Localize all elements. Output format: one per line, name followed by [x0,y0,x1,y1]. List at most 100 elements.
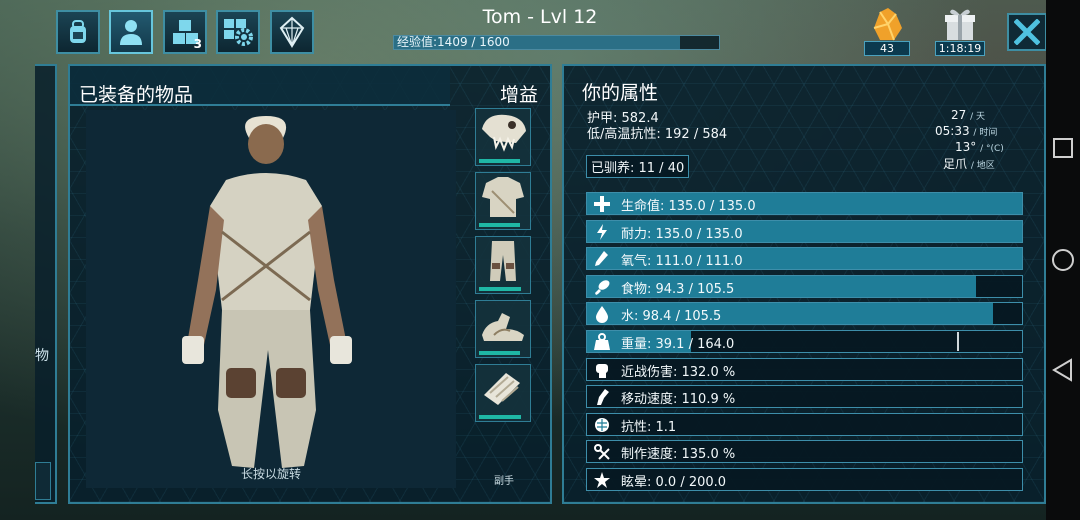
stat-row[interactable]: 生命值: 135.0 / 135.0 [586,192,1023,215]
element-button[interactable]: 43 [864,6,910,56]
temperature-value: 13° [955,140,977,154]
temperature-resistance: 低/高温抗性: 192 / 584 [587,127,728,142]
system-nav-bar [1046,0,1080,520]
stat-label: 眩晕: 0.0 / 200.0 [621,475,727,490]
cloth-gloves-icon [484,373,520,405]
stat-label: 耐力: 135.0 / 135.0 [621,226,743,242]
melee-fist-icon [596,363,608,378]
fortitude-brain-icon [595,417,609,432]
stat-label: 生命值: 135.0 / 135.0 [621,199,756,214]
water-drop-icon [596,306,608,324]
stat-row[interactable]: 耐力: 135.0 / 135.0 [586,219,1023,243]
stat-row[interactable]: 眩晕: 0.0 / 200.0 [586,468,1023,491]
triangle-back-icon [1052,358,1072,382]
legs-durability-bar [479,287,522,291]
chest-durability-bar [479,223,520,227]
stat-row[interactable]: 水: 98.4 / 105.5 [586,302,1023,326]
weight-icon [594,333,610,350]
crafting-tools-icon [594,444,610,461]
rotate-hint: 长按以旋转 [240,467,301,481]
person-icon [120,20,142,45]
time-readout: 05:33 / 时间 [935,124,997,138]
stat-row[interactable]: 食物: 94.3 / 105.5 [586,274,1023,298]
settings-tab-button[interactable] [216,10,260,54]
time-value: 05:33 [935,124,970,138]
crystal-icon [279,16,305,48]
left-panel-tab[interactable] [35,462,51,500]
region-readout: 足爪 / 地区 [943,155,995,172]
xp-bar: 经验值:1409 / 1600 [393,35,720,50]
oxygen-bottle-icon [595,251,608,267]
stat-row[interactable]: 制作速度: 135.0 % [586,440,1023,464]
gift-timer: 1:18:19 [935,41,985,56]
stat-label: 移动速度: 110.9 % [621,392,736,408]
stat-row[interactable]: 抗性: 1.1 [586,412,1023,436]
stat-label: 近战伤害: 132.0 % [621,364,736,380]
back-button[interactable] [1046,350,1080,390]
stat-label: 食物: 94.3 / 105.5 [621,281,735,297]
engram-points-badge: 3 [193,37,202,51]
day-readout: 27 / 天 [951,108,985,122]
buffs-tab[interactable]: 增益 [500,80,538,107]
day-value: 27 [951,108,967,122]
element-crystal-icon [873,8,902,41]
chest-slot[interactable] [475,172,531,230]
region-value: 足爪 [943,157,968,171]
feet-slot[interactable] [475,300,531,358]
region-unit: / 地区 [970,161,995,171]
stat-label: 重量: 39.1 / 164.0 [621,337,735,352]
character-tab-button[interactable] [109,10,153,54]
inventory-tab-button[interactable] [56,10,100,54]
legs-slot[interactable] [475,236,531,294]
tek-tab-button[interactable] [270,10,314,54]
close-button[interactable] [1007,13,1047,51]
stat-row[interactable]: 氧气: 111.0 / 111.0 [586,247,1023,271]
stat-label: 氧气: 111.0 / 111.0 [621,254,743,270]
time-unit: / 时间 [973,128,998,138]
dino-skull-helmet-icon [482,114,526,152]
cloth-boots-icon [482,313,524,341]
xp-text: 经验值:1409 / 1600 [397,35,510,49]
stamina-bolt-icon [597,223,607,240]
character-viewport[interactable]: 长按以旋转 [86,110,456,488]
backpack-icon [70,20,86,43]
square-icon [1053,138,1073,158]
equipment-title: 已装备的物品 [79,84,194,106]
stat-row[interactable]: 移动速度: 110.9 % [586,385,1023,409]
gift-button[interactable]: 1:18:19 [935,6,985,56]
hands-slot[interactable] [475,364,531,422]
weight-limit-marker [956,332,959,351]
offhand-label: 副手 [494,476,514,487]
health-cross-icon [594,196,610,212]
cloth-pants-icon [490,241,516,281]
day-unit: / 天 [970,112,986,122]
food-drumstick-icon [595,280,610,295]
stat-row[interactable]: 重量: 39.1 / 164.0 [586,330,1023,353]
stat-label: 水: 98.4 / 105.5 [621,309,722,325]
home-button[interactable] [1046,240,1080,280]
cloth-shirt-icon [482,177,524,217]
gift-box-icon [945,9,975,40]
stat-label: 抗性: 1.1 [621,419,677,435]
temperature-unit: / °(C) [980,144,1004,154]
head-durability-bar [479,159,520,163]
left-panel-label: 物 [35,348,49,364]
feet-durability-bar [479,351,520,355]
element-count: 43 [864,41,910,56]
circle-icon [1052,249,1074,271]
temperature-readout: 13° / °(C) [955,140,1004,154]
stat-label: 制作速度: 135.0 % [621,447,736,463]
character-model-icon [182,116,352,468]
engrams-tab-button[interactable]: 3 [163,10,207,54]
tamed-count: 已驯养: 11 / 40 [586,155,690,178]
left-side-panel [35,64,57,504]
movement-boot-icon [597,389,609,406]
player-name-level: Tom - Lvl 12 [482,6,598,28]
close-icon [1014,19,1040,45]
head-slot[interactable] [475,108,531,166]
attributes-title: 你的属性 [582,82,659,104]
gear-icon [224,19,253,46]
recent-apps-button[interactable] [1046,128,1080,168]
stat-row[interactable]: 近战伤害: 132.0 % [586,357,1023,381]
torpor-star-icon [594,472,610,488]
